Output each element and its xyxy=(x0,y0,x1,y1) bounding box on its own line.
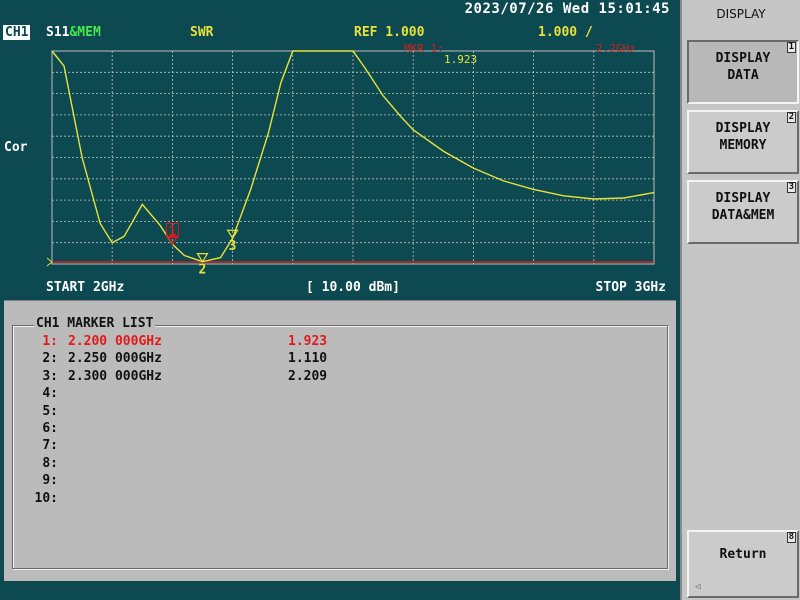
marker-number: 9: xyxy=(42,473,58,489)
marker-list-row: 8: xyxy=(20,456,58,473)
marker-list-row: 7: xyxy=(20,438,58,455)
marker-3-label: 3 xyxy=(229,239,237,254)
menu-title: DISPLAY xyxy=(716,7,766,21)
softkey-number: 1 xyxy=(786,42,796,53)
power-level: [ 10.00 dBm] xyxy=(306,280,400,295)
ref-label: REF 1.000 xyxy=(354,25,425,40)
marker-number: 1: xyxy=(42,334,58,349)
marker-value: 1.110 xyxy=(288,351,328,367)
marker-number: 4: xyxy=(42,386,58,402)
marker-list-row: 9: xyxy=(20,473,58,490)
display-data-mem-button[interactable]: DISPLAY DATA&MEM 3 xyxy=(687,180,799,244)
marker-list-row: 6: xyxy=(20,421,58,438)
softkey-label: DISPLAY DATA xyxy=(715,51,771,83)
softkey-menu: DISPLAY DISPLAY DATA 1 DISPLAY MEMORY 2 … xyxy=(680,0,800,600)
marker-2-label: 2 xyxy=(199,263,207,278)
marker-frequency: 2.300 000GHz xyxy=(68,368,162,384)
parameter-name: S11 xyxy=(46,25,70,40)
marker-list-row: 5: xyxy=(20,404,58,421)
marker-list-title: CH1 MARKER LIST xyxy=(34,316,156,331)
marker-value: 1.923 xyxy=(288,334,328,349)
softkey-number: 2 xyxy=(786,112,796,123)
status-bar: 2023/07/26 Wed 15:01:45 xyxy=(0,0,680,22)
marker-number: 3: xyxy=(42,368,58,384)
marker-number: 8: xyxy=(42,455,58,471)
marker-readout-freq: 2.2GHz xyxy=(596,42,636,55)
marker-list-row: 4: xyxy=(20,386,58,403)
reference-pointer-icon xyxy=(46,257,53,267)
parameter-label: S11&MEM xyxy=(46,25,101,40)
softkey-label: Return xyxy=(719,547,767,562)
back-arrow-icon: ◁ xyxy=(695,582,701,592)
marker-list-row: 1: 2.200 000GHz 1.923 xyxy=(20,334,327,351)
bottom-strip xyxy=(0,582,680,600)
marker-list-panel: CH1 MARKER LIST 1: 2.200 000GHz 1.923 2: 2.2… xyxy=(4,300,676,581)
softkey-label: DISPLAY MEMORY xyxy=(715,121,771,153)
marker-frequency: 2.200 000GHz xyxy=(68,334,162,349)
marker-readout-label: MKR 1: xyxy=(404,42,444,55)
format-label: SWR xyxy=(190,25,214,40)
trace-plot: 123 xyxy=(46,50,655,278)
marker-number: 7: xyxy=(42,438,58,454)
start-frequency: START 2GHz xyxy=(46,280,125,295)
datetime-display: 2023/07/26 Wed 15:01:45 xyxy=(464,1,670,17)
graph-panel: 123 CH1 S11&MEM SWR REF 1.000 1.000 / Co… xyxy=(0,22,680,298)
display-data-button[interactable]: DISPLAY DATA 1 xyxy=(687,40,799,104)
return-button[interactable]: Return 8 ◁ xyxy=(687,530,799,598)
softkey-label: DISPLAY DATA&MEM xyxy=(711,191,775,223)
marker-number: 2: xyxy=(42,351,58,367)
display-mode: &MEM xyxy=(69,25,101,40)
display-memory-button[interactable]: DISPLAY MEMORY 2 xyxy=(687,110,799,174)
marker-list-row: 3: 2.300 000GHz 2.209 xyxy=(20,368,327,386)
marker-readout-value: 1.923 xyxy=(444,53,478,66)
scale-label: 1.000 / xyxy=(538,25,593,40)
softkey-number: 3 xyxy=(786,182,796,193)
marker-frequency: 2.250 000GHz xyxy=(68,351,162,367)
correction-indicator: Cor xyxy=(4,140,28,155)
softkey-number: 8 xyxy=(786,532,796,543)
marker-number: 6: xyxy=(42,421,58,436)
stop-frequency: STOP 3GHz xyxy=(595,280,666,295)
marker-number: 10: xyxy=(34,490,58,506)
channel-label: CH1 xyxy=(3,25,31,40)
marker-value: 2.209 xyxy=(288,368,328,384)
marker-list-row: 10: xyxy=(20,491,58,508)
marker-number: 5: xyxy=(42,403,58,419)
marker-list-row: 2: 2.250 000GHz 1.110 xyxy=(20,351,327,368)
